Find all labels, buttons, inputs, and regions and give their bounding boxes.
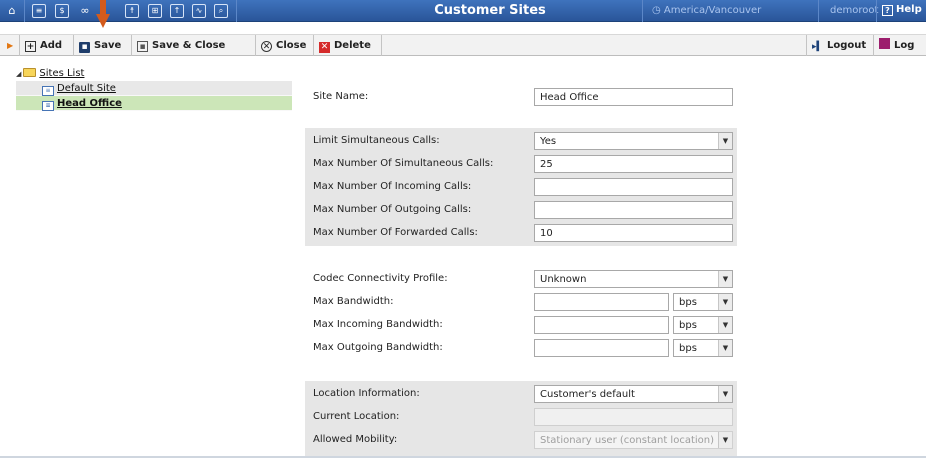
allowed-mobility-select: Stationary user (constant location) ▼ (534, 431, 733, 449)
call-limits-group: Limit Simultaneous Calls: Yes ▼ Max Numb… (305, 128, 737, 246)
pointer-arrow-icon (96, 0, 110, 28)
current-user[interactable]: demoroot (830, 5, 878, 16)
location-group: Location Information: Customer's default… (305, 381, 737, 456)
limit-simultaneous-row: Limit Simultaneous Calls: Yes ▼ (305, 130, 737, 152)
tree-item-head-office[interactable]: ≡ Head Office (16, 96, 292, 111)
max-bandwidth-row: Max Bandwidth: bps ▼ (305, 291, 737, 313)
site-name-input[interactable]: Head Office (534, 88, 733, 106)
max-simultaneous-row: Max Number Of Simultaneous Calls: 25 (305, 153, 737, 175)
chevron-down-icon: ▼ (718, 294, 732, 310)
site-icon: ≡ (42, 86, 54, 96)
search-icon[interactable]: ⌕ (214, 4, 228, 18)
max-outgoing-bandwidth-unit-select[interactable]: bps ▼ (673, 339, 733, 357)
sites-tree: ◢ Sites List ≡ Default Site ≡ Head Office (16, 66, 292, 111)
max-incoming-bandwidth-row: Max Incoming Bandwidth: bps ▼ (305, 314, 737, 336)
current-location-input (534, 408, 733, 426)
delete-button[interactable]: ✕ Delete (314, 35, 382, 56)
chevron-down-icon: ▼ (718, 271, 732, 287)
chevron-down-icon: ▼ (718, 133, 732, 149)
logout-icon: ▸▍ (812, 42, 824, 52)
clock-icon: ◷ (652, 5, 661, 16)
expand-toolbar-button[interactable]: ▶ (0, 35, 20, 56)
log-button[interactable]: Log (874, 35, 926, 56)
logout-button[interactable]: ▸▍ Logout (806, 35, 874, 56)
tree-root[interactable]: ◢ Sites List (16, 66, 292, 81)
chart-icon[interactable]: ∿ (192, 4, 206, 18)
save-close-button[interactable]: ▪ Save & Close (132, 35, 256, 56)
limit-simultaneous-select[interactable]: Yes ▼ (534, 132, 733, 150)
person-icon[interactable]: ☨ (125, 4, 139, 18)
max-bandwidth-input[interactable] (534, 293, 669, 311)
location-info-row: Location Information: Customer's default… (305, 383, 737, 405)
close-icon: ✕ (261, 41, 272, 52)
location-info-select[interactable]: Customer's default ▼ (534, 385, 733, 403)
max-incoming-input[interactable] (534, 178, 733, 196)
max-incoming-bandwidth-input[interactable] (534, 316, 669, 334)
max-outgoing-input[interactable] (534, 201, 733, 219)
log-icon (879, 38, 890, 49)
site-name-row: Site Name: Head Office (305, 86, 737, 108)
max-forwarded-row: Max Number Of Forwarded Calls: 10 (305, 222, 737, 244)
action-toolbar: ▶ + Add ▪ Save ▪ Save & Close ✕ Close ✕ Delet… (0, 34, 926, 56)
tree-item-default-site[interactable]: ≡ Default Site (16, 81, 292, 96)
timezone-indicator[interactable]: ◷ America/Vancouver (652, 5, 761, 16)
save-icon: ▪ (79, 42, 90, 53)
play-icon: ▶ (7, 41, 14, 50)
chevron-down-icon: ▼ (718, 340, 732, 356)
max-incoming-row: Max Number Of Incoming Calls: (305, 176, 737, 198)
network-icon[interactable]: ⊞ (148, 4, 162, 18)
max-outgoing-bandwidth-input[interactable] (534, 339, 669, 357)
list-icon[interactable]: ≡ (32, 4, 46, 18)
delete-icon: ✕ (319, 42, 330, 53)
top-nav-bar: ⌂ ≡ $ ∞ ☨ ⊞ ↑ ∿ ⌕ Customer Sites ◷ Ameri… (0, 0, 926, 22)
site-name-group: Site Name: Head Office (305, 86, 737, 108)
collapse-icon[interactable]: ◢ (16, 70, 21, 78)
chevron-down-icon: ▼ (718, 432, 732, 448)
add-icon: + (25, 41, 36, 52)
codec-profile-row: Codec Connectivity Profile: Unknown ▼ (305, 268, 737, 290)
current-location-row: Current Location: (305, 406, 737, 428)
help-link[interactable]: ? Help (882, 4, 922, 16)
home-icon[interactable]: ⌂ (5, 4, 19, 18)
binoculars-icon[interactable]: ∞ (78, 4, 92, 18)
upload-icon[interactable]: ↑ (170, 4, 184, 18)
max-incoming-bandwidth-unit-select[interactable]: bps ▼ (673, 316, 733, 334)
chevron-down-icon: ▼ (718, 386, 732, 402)
add-button[interactable]: + Add (20, 35, 74, 56)
page-title: Customer Sites (434, 3, 546, 18)
save-close-icon: ▪ (137, 41, 148, 52)
folder-icon (23, 68, 37, 77)
max-bandwidth-unit-select[interactable]: bps ▼ (673, 293, 733, 311)
max-outgoing-bandwidth-row: Max Outgoing Bandwidth: bps ▼ (305, 337, 737, 359)
chevron-down-icon: ▼ (718, 317, 732, 333)
max-simultaneous-input[interactable]: 25 (534, 155, 733, 173)
allowed-mobility-row: Allowed Mobility: Stationary user (const… (305, 429, 737, 451)
codec-profile-select[interactable]: Unknown ▼ (534, 270, 733, 288)
dollar-icon[interactable]: $ (55, 4, 69, 18)
close-button[interactable]: ✕ Close (256, 35, 314, 56)
max-forwarded-input[interactable]: 10 (534, 224, 733, 242)
save-button[interactable]: ▪ Save (74, 35, 132, 56)
help-icon: ? (882, 5, 893, 16)
site-icon: ≡ (42, 101, 54, 111)
max-outgoing-row: Max Number Of Outgoing Calls: (305, 199, 737, 221)
bandwidth-group: Codec Connectivity Profile: Unknown ▼ Ma… (305, 266, 737, 362)
